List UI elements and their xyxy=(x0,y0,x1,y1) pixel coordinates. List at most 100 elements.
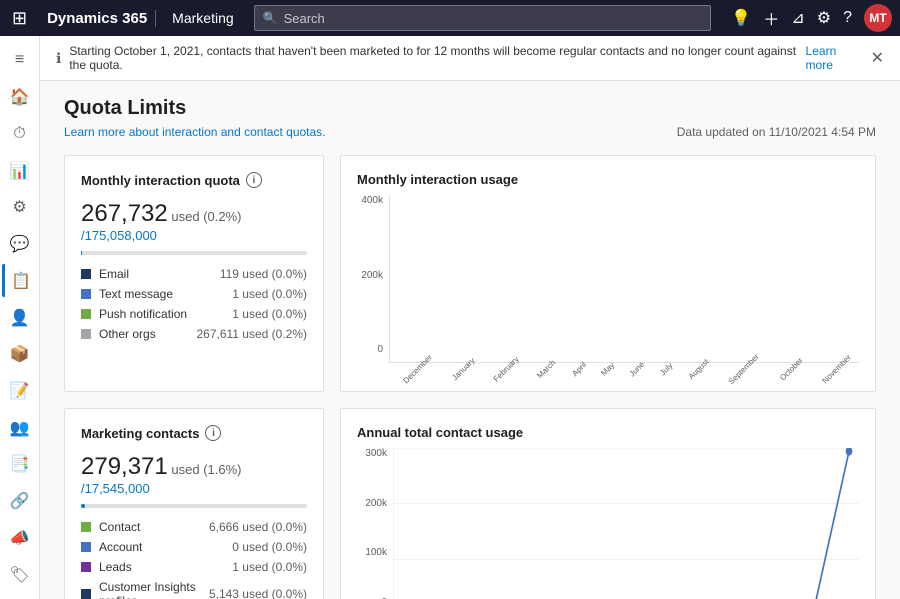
annual-chart-yaxis: 300k 200k 100k 0 xyxy=(357,448,393,599)
sidebar-item-links[interactable]: 🔗 xyxy=(2,485,38,518)
marketing-contacts-items: Contact 6,666 used (0.0%) Account 0 used… xyxy=(81,520,307,599)
monthly-chart-grid xyxy=(389,195,859,363)
quota-item: Contact 6,666 used (0.0%) xyxy=(81,520,307,534)
quota-item-value: 6,666 used (0.0%) xyxy=(209,520,307,534)
info-icon: ℹ xyxy=(56,50,61,67)
quota-item: Other orgs 267,611 used (0.2%) xyxy=(81,327,307,341)
monthly-quota-card: Monthly interaction quota i 267,732 used… xyxy=(64,155,324,392)
quota-item-color xyxy=(81,289,91,299)
close-icon[interactable]: ✕ xyxy=(871,48,884,68)
marketing-contacts-number: 279,371 used (1.6%) /17,545,000 xyxy=(81,453,307,496)
nav-icons: 💡 ＋ ⊿ ⚙ ? MT xyxy=(731,4,892,32)
sidebar-item-contacts[interactable]: 👤 xyxy=(2,301,38,334)
quota-item-label: Push notification xyxy=(99,307,224,321)
settings-icon[interactable]: ⚙ xyxy=(817,8,831,28)
contacts-row: Marketing contacts i 279,371 used (1.6%)… xyxy=(64,408,876,599)
quota-item-value: 1 used (0.0%) xyxy=(232,560,307,574)
quota-item-color xyxy=(81,542,91,552)
quota-item-color xyxy=(81,269,91,279)
quota-item-value: 267,611 used (0.2%) xyxy=(196,327,307,341)
quota-item-value: 5,143 used (0.0%) xyxy=(209,587,307,599)
sidebar-item-analytics[interactable]: 📊 xyxy=(2,154,38,187)
monthly-chart-card: Monthly interaction usage 400k 200k 0 xyxy=(340,155,876,392)
quota-item-color xyxy=(81,562,91,572)
sidebar-item-settings[interactable]: ⚙ xyxy=(2,191,38,224)
grid-icon[interactable]: ⊞ xyxy=(8,8,31,29)
annual-chart-title: Annual total contact usage xyxy=(357,425,859,440)
add-icon[interactable]: ＋ xyxy=(763,6,779,30)
info-banner: ℹ Starting October 1, 2021, contacts tha… xyxy=(40,36,900,81)
monthly-chart-inner: December January February March April Ma… xyxy=(389,195,859,375)
quota-item-value: 119 used (0.0%) xyxy=(220,267,307,281)
monthly-chart-xaxis: December January February March April Ma… xyxy=(389,363,859,375)
quota-item: Text message 1 used (0.0%) xyxy=(81,287,307,301)
main-layout: ≡ 🏠 ⏱ 📊 ⚙ 💬 📋 👤 📦 📝 👥 📑 🔗 📣 🏷 ℹ Starting… xyxy=(0,36,900,599)
content-area: ℹ Starting October 1, 2021, contacts tha… xyxy=(40,36,900,599)
sidebar-item-menu[interactable]: ≡ xyxy=(2,44,38,77)
module-name: Marketing xyxy=(164,10,233,26)
banner-link[interactable]: Learn more xyxy=(806,44,863,72)
question-icon[interactable]: ? xyxy=(843,9,852,27)
page-header-left: Quota Limits Learn more about interactio… xyxy=(64,97,326,139)
brand-name: Dynamics 365 xyxy=(39,10,156,27)
marketing-contacts-info-icon[interactable]: i xyxy=(205,425,221,441)
quota-item: Email 119 used (0.0%) xyxy=(81,267,307,281)
quota-item-label: Email xyxy=(99,267,212,281)
quota-item-label: Account xyxy=(99,540,224,554)
sidebar-item-recent[interactable]: ⏱ xyxy=(2,117,38,150)
marketing-contacts-bar-fill xyxy=(81,504,85,508)
monthly-quota-number: 267,732 used (0.2%) /175,058,000 xyxy=(81,200,307,243)
marketing-contacts-bar-bg xyxy=(81,504,307,508)
quota-item-value: 0 used (0.0%) xyxy=(232,540,307,554)
monthly-quota-info-icon[interactable]: i xyxy=(246,172,262,188)
marketing-contacts-card: Marketing contacts i 279,371 used (1.6%)… xyxy=(64,408,324,599)
monthly-quota-bar-bg xyxy=(81,251,307,255)
quota-item-label: Text message xyxy=(99,287,224,301)
quota-item-color xyxy=(81,329,91,339)
sidebar-item-segments[interactable]: 📦 xyxy=(2,338,38,371)
sidebar-item-accounts[interactable]: 👥 xyxy=(2,411,38,444)
monthly-quota-title: Monthly interaction quota i xyxy=(81,172,307,188)
quota-item-value: 1 used (0.0%) xyxy=(232,287,307,301)
monthly-row: Monthly interaction quota i 267,732 used… xyxy=(64,155,876,392)
quota-item-label: Other orgs xyxy=(99,327,188,341)
monthly-chart-yaxis: 400k 200k 0 xyxy=(357,195,389,375)
annual-line-chart xyxy=(393,448,859,599)
annual-chart-area: 300k 200k 100k 0 xyxy=(357,448,859,599)
sidebar-item-tags[interactable]: 🏷 xyxy=(2,558,38,591)
filter-icon[interactable]: ⊿ xyxy=(791,8,804,28)
monthly-chart-area: 400k 200k 0 xyxy=(357,195,859,375)
avatar[interactable]: MT xyxy=(864,4,892,32)
annual-chart-card: Annual total contact usage 300k 200k 100… xyxy=(340,408,876,599)
page-header: Quota Limits Learn more about interactio… xyxy=(64,97,876,139)
search-box[interactable]: 🔍 xyxy=(254,5,712,31)
banner-text: Starting October 1, 2021, contacts that … xyxy=(69,44,797,72)
sidebar-item-reports[interactable]: 📑 xyxy=(2,448,38,481)
sidebar-item-messages[interactable]: 💬 xyxy=(2,228,38,261)
monthly-chart-title: Monthly interaction usage xyxy=(357,172,859,187)
quota-item: Account 0 used (0.0%) xyxy=(81,540,307,554)
quota-item-value: 1 used (0.0%) xyxy=(232,307,307,321)
annual-chart-inner: December January February March April Ma… xyxy=(393,448,859,599)
data-updated: Data updated on 11/10/2021 4:54 PM xyxy=(677,125,876,139)
sidebar-item-campaigns[interactable]: 📣 xyxy=(2,522,38,555)
learn-more-link[interactable]: Learn more about interaction and contact… xyxy=(64,125,326,139)
monthly-quota-bar-fill xyxy=(81,251,82,255)
sidebar: ≡ 🏠 ⏱ 📊 ⚙ 💬 📋 👤 📦 📝 👥 📑 🔗 📣 🏷 xyxy=(0,36,40,599)
quota-item-color xyxy=(81,522,91,532)
sidebar-item-quota[interactable]: 📋 xyxy=(2,264,38,297)
quota-item-label: Customer Insights profiles xyxy=(99,580,201,599)
sidebar-item-forms[interactable]: 📝 xyxy=(2,375,38,408)
quota-item: Push notification 1 used (0.0%) xyxy=(81,307,307,321)
page-title: Quota Limits xyxy=(64,97,326,120)
sidebar-item-home[interactable]: 🏠 xyxy=(2,81,38,114)
annual-chart-grid xyxy=(393,448,859,599)
quota-item-label: Contact xyxy=(99,520,201,534)
quota-item: Leads 1 used (0.0%) xyxy=(81,560,307,574)
quota-item: Customer Insights profiles 5,143 used (0… xyxy=(81,580,307,599)
help-icon[interactable]: 💡 xyxy=(731,8,751,28)
search-input[interactable] xyxy=(284,11,703,26)
quota-item-color xyxy=(81,309,91,319)
monthly-quota-items: Email 119 used (0.0%) Text message 1 use… xyxy=(81,267,307,341)
marketing-contacts-title: Marketing contacts i xyxy=(81,425,307,441)
